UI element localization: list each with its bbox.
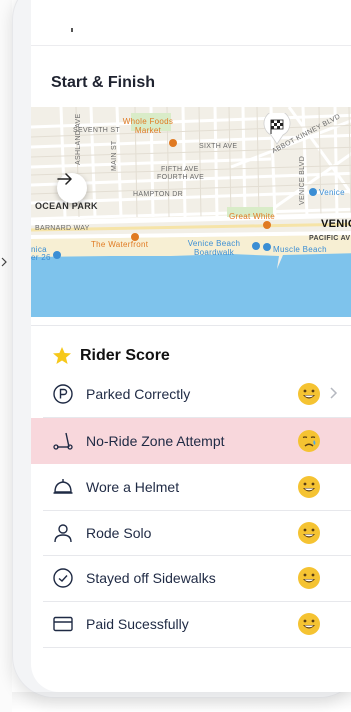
score-row-label: Stayed off Sidewalks: [86, 570, 216, 586]
start-point-marker[interactable]: [57, 173, 87, 203]
map-place-label: OCEAN PARK: [35, 201, 98, 211]
happy-emoji-icon: [298, 383, 320, 405]
score-row-label: Rode Solo: [86, 525, 152, 541]
happy-emoji-icon: [298, 613, 320, 635]
star-icon: [53, 347, 71, 364]
map-street-label: SIXTH AVE: [199, 143, 238, 150]
arrow-right-icon: [57, 173, 72, 185]
map-street-label: PACIFIC AV: [309, 235, 351, 242]
map-street-label: ASHLAND AVE: [75, 113, 82, 165]
score-row-label: Wore a Helmet: [86, 479, 180, 495]
map-place-label: The Waterfront: [91, 240, 149, 249]
rider-score-header: Rider Score: [52, 346, 170, 366]
person-icon: [54, 524, 72, 543]
route-map[interactable]: SEVENTH ST SIXTH AVE FIFTH AVE FOURTH AV…: [31, 107, 351, 317]
map-street-label: VENICE BLVD: [299, 155, 306, 205]
parking-icon: [53, 384, 73, 404]
map-street-label: FIFTH AVE: [161, 166, 199, 173]
card-icon: [53, 616, 73, 632]
score-row-paid[interactable]: Paid Sucessfully: [0, 601, 330, 647]
map-street-label: FOURTH AVE: [157, 174, 205, 181]
map-place-label: Muscle Beach: [273, 245, 327, 254]
score-row-helmet[interactable]: Wore a Helmet: [0, 464, 330, 510]
score-row-label: Paid Sucessfully: [86, 616, 189, 632]
frame-shadow: [12, 692, 351, 712]
status-dot: [71, 28, 73, 32]
happy-emoji-icon: [298, 522, 320, 544]
score-row-label: No-Ride Zone Attempt: [86, 433, 225, 449]
score-row-label: Parked Correctly: [86, 386, 191, 402]
score-row-parked[interactable]: Parked Correctly: [0, 371, 338, 417]
score-row-rode-solo[interactable]: Rode Solo: [0, 510, 330, 556]
bracket-mark: [1, 257, 7, 267]
happy-emoji-icon: [298, 567, 320, 589]
chevron-right-icon[interactable]: [329, 386, 339, 400]
map-edge-label: er 26: [31, 253, 51, 262]
start-finish-title: Start & Finish: [51, 74, 156, 91]
happy-emoji-icon: [298, 476, 320, 498]
map-street-label: BARNARD WAY: [35, 225, 90, 232]
top-divider: [31, 45, 351, 46]
map-street-label: HAMPTON DR: [133, 191, 183, 198]
map-street-label: MAIN ST: [111, 140, 118, 172]
helmet-icon: [53, 479, 73, 494]
check-circle-icon: [53, 568, 73, 588]
crying-emoji-icon: [298, 430, 320, 452]
map-place-label: Venice: [319, 188, 345, 197]
map-place-label: Great White: [229, 212, 275, 221]
section-divider: [31, 325, 351, 326]
map-place-label: Whole Foods Market: [122, 117, 174, 135]
row-divider: [43, 647, 351, 648]
score-row-no-ride-zone[interactable]: No-Ride Zone Attempt: [31, 418, 351, 464]
rider-score-title: Rider Score: [80, 347, 170, 364]
scooter-icon: [53, 432, 73, 450]
score-row-sidewalks[interactable]: Stayed off Sidewalks: [0, 555, 330, 601]
map-place-label: Venice Beach Boardwalk: [187, 239, 241, 257]
map-place-label: VENIC: [321, 218, 351, 230]
finish-flag-icon[interactable]: [262, 113, 292, 145]
